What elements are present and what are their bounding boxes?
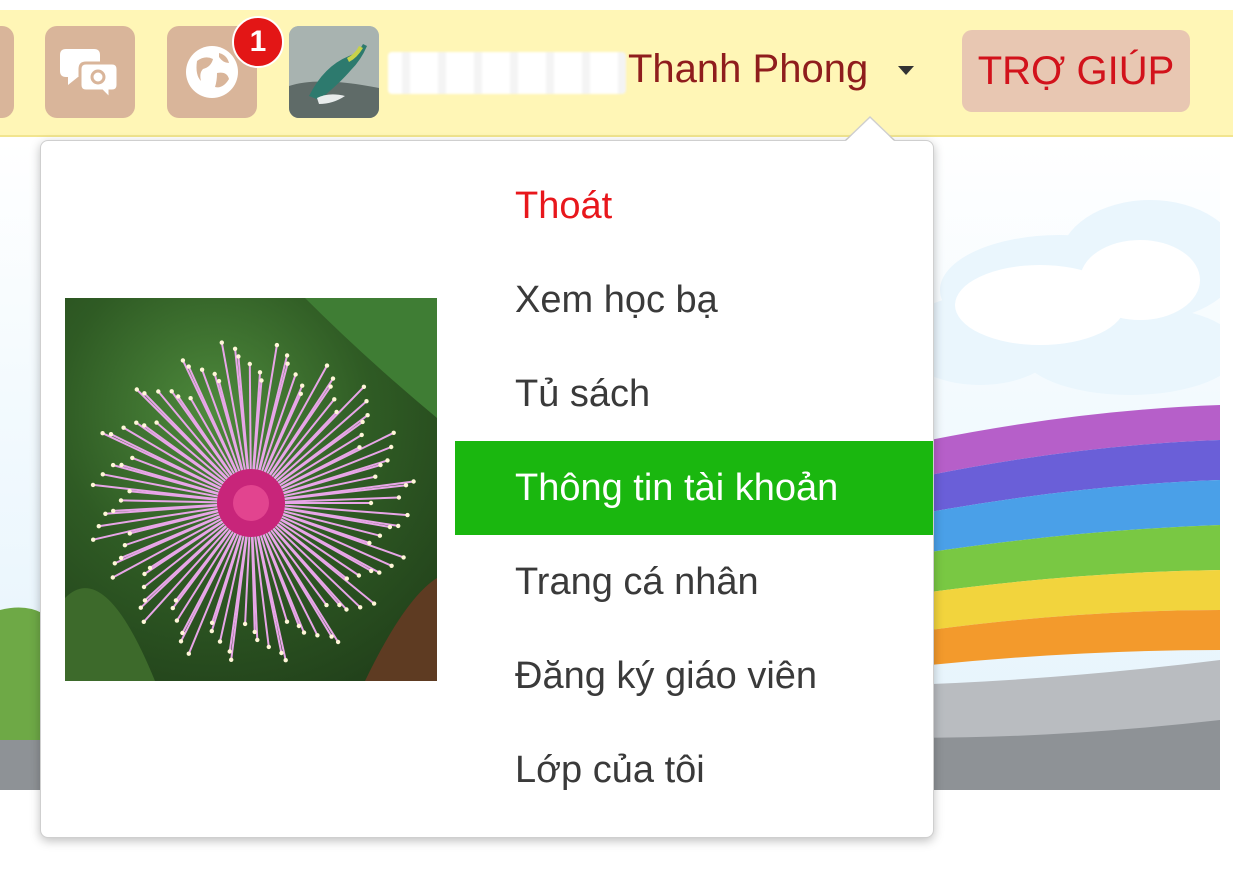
menu-item-account-info[interactable]: Thông tin tài khoản (455, 441, 933, 535)
profile-flower-photo (65, 298, 437, 681)
caret-down-icon[interactable] (898, 66, 914, 75)
chat-bubbles-icon (60, 49, 120, 101)
menu-item-bookshelf[interactable]: Tủ sách (455, 347, 933, 441)
user-dropdown-menu: Thoát Xem học bạ Tủ sách Thông tin tài k… (40, 140, 934, 838)
notification-badge: 1 (232, 16, 284, 68)
messages-button[interactable] (45, 26, 135, 118)
user-avatar[interactable] (289, 26, 379, 118)
bird-photo (289, 26, 379, 118)
menu-item-teacher-signup[interactable]: Đăng ký giáo viên (455, 629, 933, 723)
user-name[interactable]: Thanh Phong (628, 47, 868, 92)
menu-item-my-class[interactable]: Lớp của tôi (455, 723, 933, 817)
partial-menu-button[interactable] (0, 26, 14, 118)
blurred-name-prefix (388, 52, 626, 94)
profile-picture[interactable] (65, 298, 437, 681)
dropdown-arrow (846, 118, 894, 141)
menu-item-profile-page[interactable]: Trang cá nhân (455, 535, 933, 629)
help-button[interactable]: TRỢ GIÚP (962, 30, 1190, 112)
globe-icon (186, 46, 238, 98)
menu-item-logout[interactable]: Thoát (455, 159, 933, 253)
menu-item-report-card[interactable]: Xem học bạ (455, 253, 933, 347)
top-strip (0, 0, 1233, 10)
